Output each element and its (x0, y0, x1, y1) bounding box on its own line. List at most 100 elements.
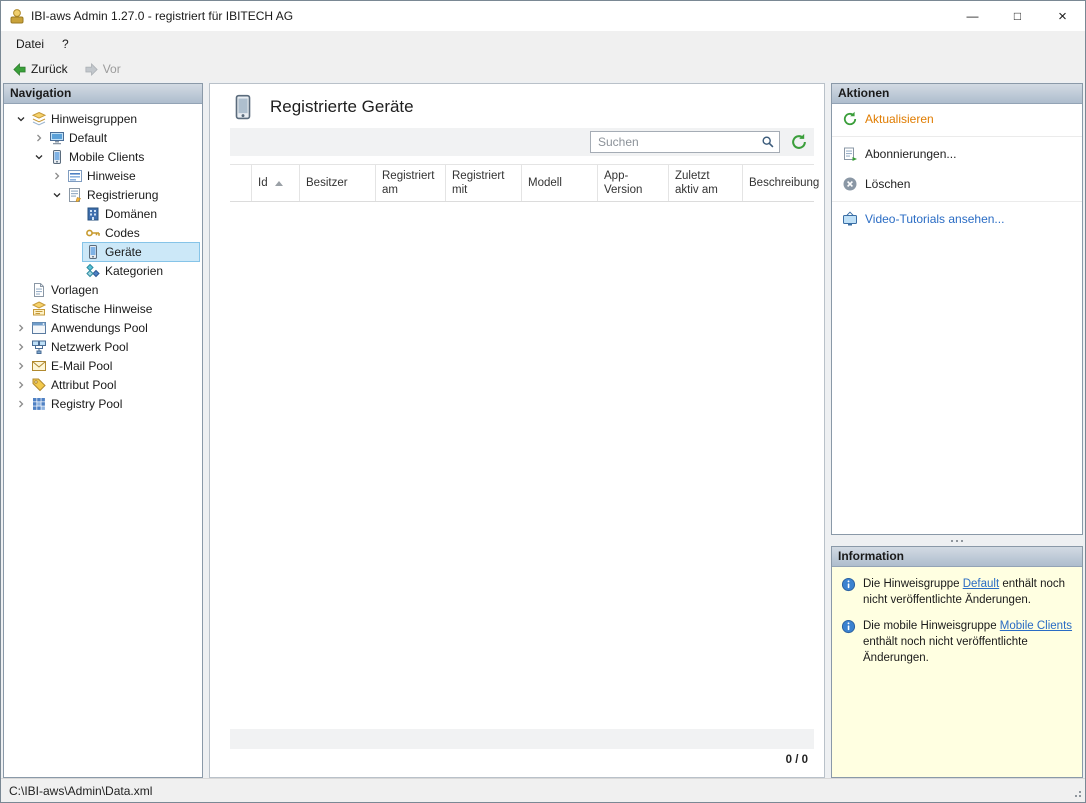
minimize-button[interactable]: — (950, 1, 995, 31)
registry-grid-icon (31, 396, 47, 412)
email-icon (31, 358, 47, 374)
app-icon (9, 8, 25, 24)
column-registriert-mit[interactable]: Registriert mit (446, 165, 522, 201)
tree-item-mobile-clients[interactable]: Mobile Clients (4, 147, 202, 166)
tree-item-vorlagen[interactable]: Vorlagen (4, 280, 202, 299)
navigation-panel: Navigation Hinweisgruppen Default Mobile… (3, 83, 203, 778)
tree-item-geraete[interactable]: Geräte (4, 242, 202, 261)
column-id[interactable]: Id (252, 165, 300, 201)
menu-datei[interactable]: Datei (7, 33, 53, 55)
record-count: 0 / 0 (786, 754, 808, 766)
tree-item-codes[interactable]: Codes (4, 223, 202, 242)
title-bar: IBI-aws Admin 1.27.0 - registriert für I… (1, 1, 1085, 31)
applications-icon (31, 320, 47, 336)
action-aktualisieren[interactable]: Aktualisieren (832, 104, 1082, 134)
actions-panel: Aktionen Aktualisieren Abonnierungen... … (831, 83, 1083, 535)
nav-toolbar: Zurück Vor (1, 57, 1085, 81)
column-besitzer[interactable]: Besitzer (300, 165, 376, 201)
bottom-strip (230, 729, 814, 749)
categories-icon (85, 263, 101, 279)
information-header: Information (832, 547, 1082, 567)
column-modell[interactable]: Modell (522, 165, 598, 201)
page-title: Registrierte Geräte (270, 97, 414, 117)
info-icon (841, 619, 856, 634)
chevron-down-icon[interactable] (14, 112, 28, 126)
chevron-right-icon[interactable] (14, 321, 28, 335)
static-hints-icon (31, 301, 47, 317)
network-icon (31, 339, 47, 355)
app-window: IBI-aws Admin 1.27.0 - registriert für I… (0, 0, 1086, 803)
device-table-body[interactable] (230, 202, 814, 729)
tree-item-netzwerk-pool[interactable]: Netzwerk Pool (4, 337, 202, 356)
navigation-tree: Hinweisgruppen Default Mobile Clients Hi… (4, 104, 202, 413)
column-beschreibung[interactable]: Beschreibung (743, 165, 825, 201)
subscriptions-icon (842, 146, 858, 162)
chevron-right-icon[interactable] (50, 169, 64, 183)
actions-header: Aktionen (832, 84, 1082, 104)
domain-icon (85, 206, 101, 222)
link-default[interactable]: Default (963, 578, 999, 590)
column-app-version[interactable]: App-Version (598, 165, 669, 201)
tree-item-domaenen[interactable]: Domänen (4, 204, 202, 223)
mobile-icon (49, 149, 65, 165)
action-abonnierungen[interactable]: Abonnierungen... (832, 139, 1082, 169)
chevron-right-icon[interactable] (14, 340, 28, 354)
back-arrow-icon (12, 62, 27, 77)
info-note-default: Die Hinweisgruppe Default enthält noch n… (841, 576, 1073, 608)
tree-item-attribut-pool[interactable]: Attribut Pool (4, 375, 202, 394)
tree-item-hinweise[interactable]: Hinweise (4, 166, 202, 185)
key-icon (85, 225, 101, 241)
refresh-icon (790, 133, 808, 151)
menu-help[interactable]: ? (53, 33, 78, 55)
status-path: C:\IBI-aws\Admin\Data.xml (9, 784, 152, 798)
forward-button[interactable]: Vor (77, 60, 128, 79)
chevron-down-icon[interactable] (50, 188, 64, 202)
search-input[interactable] (590, 131, 780, 153)
tree-item-anwendungs-pool[interactable]: Anwendungs Pool (4, 318, 202, 337)
templates-icon (31, 282, 47, 298)
link-mobile-clients[interactable]: Mobile Clients (1000, 620, 1072, 632)
table-header: Id Besitzer Registriert am Registriert m… (230, 164, 814, 202)
tv-icon (842, 211, 858, 227)
chevron-down-icon[interactable] (32, 150, 46, 164)
separator (832, 201, 1082, 202)
tree-item-hinweisgruppen[interactable]: Hinweisgruppen (4, 109, 202, 128)
tree-item-default[interactable]: Default (4, 128, 202, 147)
tree-item-registrierung[interactable]: Registrierung (4, 185, 202, 204)
hint-groups-icon (31, 111, 47, 127)
window-title: IBI-aws Admin 1.27.0 - registriert für I… (31, 9, 293, 23)
back-button[interactable]: Zurück (5, 60, 75, 79)
chevron-right-icon[interactable] (32, 131, 46, 145)
forward-label: Vor (103, 62, 121, 76)
info-note-mobile-clients: Die mobile Hinweisgruppe Mobile Clients … (841, 618, 1073, 666)
attribute-tag-icon (31, 377, 47, 393)
separator (832, 136, 1082, 137)
tree-item-registry-pool[interactable]: Registry Pool (4, 394, 202, 413)
menu-bar: Datei ? (1, 31, 1085, 57)
maximize-button[interactable]: □ (995, 1, 1040, 31)
tree-item-email-pool[interactable]: E-Mail Pool (4, 356, 202, 375)
navigation-header: Navigation (4, 84, 202, 104)
back-label: Zurück (31, 62, 68, 76)
splitter-grip[interactable] (831, 535, 1083, 546)
column-registriert-am[interactable]: Registriert am (376, 165, 446, 201)
chevron-right-icon[interactable] (14, 397, 28, 411)
device-title-icon (230, 94, 256, 120)
chevron-right-icon[interactable] (14, 378, 28, 392)
resize-grip-icon[interactable] (1065, 779, 1085, 802)
close-button[interactable]: × (1040, 1, 1085, 31)
column-zuletzt-aktiv-am[interactable]: Zuletzt aktiv am (669, 165, 743, 201)
status-bar: C:\IBI-aws\Admin\Data.xml (1, 778, 1085, 802)
action-video-tutorials[interactable]: Video-Tutorials ansehen... (832, 204, 1082, 234)
info-icon (841, 577, 856, 592)
forward-arrow-icon (84, 62, 99, 77)
device-icon (85, 244, 101, 260)
search-strip (230, 128, 814, 156)
tree-item-statische-hinweise[interactable]: Statische Hinweise (4, 299, 202, 318)
refresh-button[interactable] (790, 133, 808, 151)
column-selector[interactable] (230, 165, 252, 201)
action-loeschen[interactable]: Löschen (832, 169, 1082, 199)
search-icon[interactable] (761, 135, 775, 149)
tree-item-kategorien[interactable]: Kategorien (4, 261, 202, 280)
chevron-right-icon[interactable] (14, 359, 28, 373)
